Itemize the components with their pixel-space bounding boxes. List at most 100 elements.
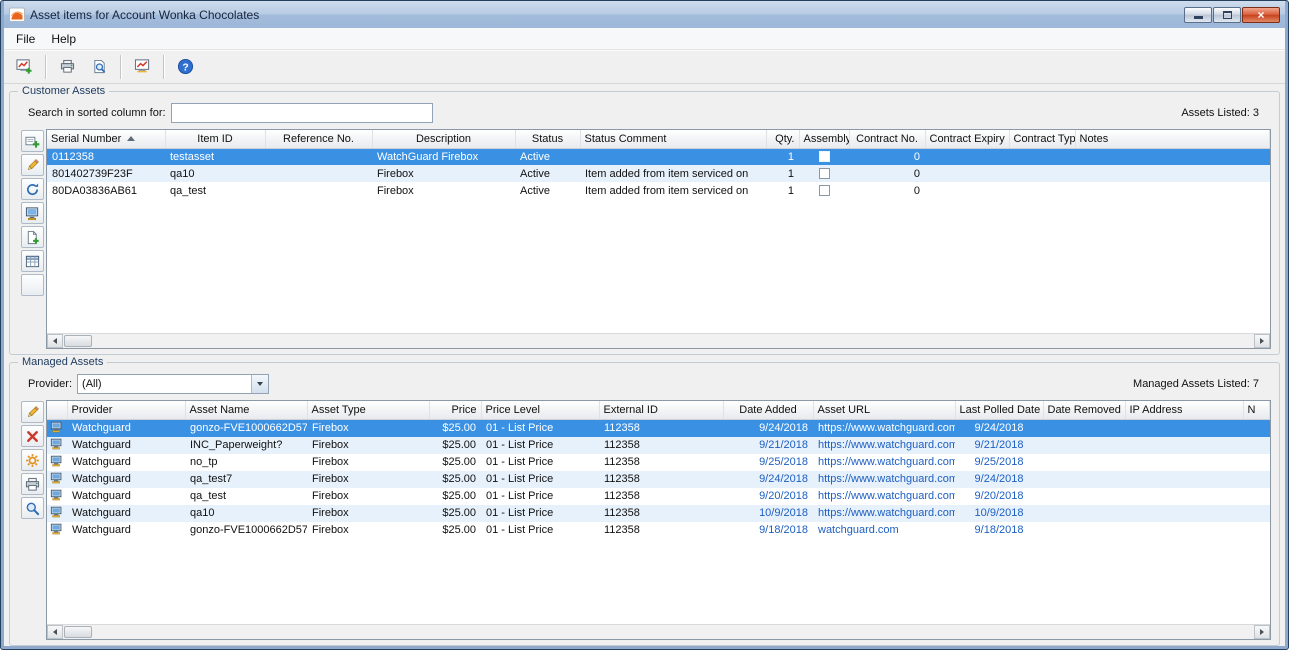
refresh-assets-button[interactable] [21,178,44,200]
customer-asset-cell: 1 [766,165,799,182]
column-header-provider[interactable]: Provider [67,401,185,419]
search-input[interactable] [171,103,433,123]
provider-dropdown[interactable]: (All) [77,374,269,394]
maximize-button[interactable] [1213,7,1241,23]
managed-asset-cell: qa_test7 [185,471,307,488]
column-header-notes[interactable]: Notes [1075,130,1270,148]
print-preview-button[interactable] [83,53,115,81]
scroll-thumb[interactable] [64,335,92,347]
managed-asset-cell: 9/24/2018 [955,419,1043,437]
managed-hscrollbar[interactable] [47,624,1270,639]
column-header-date-removed[interactable]: Date Removed [1043,401,1125,419]
column-header-contract-type[interactable]: Contract Type [1009,130,1075,148]
arrow-left-icon [53,338,57,344]
column-header-price-level[interactable]: Price Level [481,401,599,419]
customer-asset-cell: Active [515,148,580,165]
column-header-status[interactable]: Status [515,130,580,148]
column-header-serial-number[interactable]: Serial Number [47,130,165,148]
managed-asset-cell: 112358 [599,522,723,539]
customer-hscrollbar[interactable] [47,333,1270,348]
managed-asset-cell [1243,419,1270,437]
column-header-asset-url[interactable]: Asset URL [813,401,955,419]
asset-chart2-icon [134,58,151,75]
blank-icon [25,278,40,293]
customer-asset-row[interactable]: 0112358testassetWatchGuard FireboxActive… [47,148,1270,165]
column-header-description[interactable]: Description [372,130,515,148]
column-header-asset-name[interactable]: Asset Name [185,401,307,419]
column-header-contract-no[interactable]: Contract No. [849,130,925,148]
customer-asset-cell: 801402739F23F [47,165,165,182]
scroll-left-button[interactable] [47,625,63,639]
column-header-external-id[interactable]: External ID [599,401,723,419]
delete-icon [25,429,40,444]
customer-asset-row[interactable]: 801402739F23Fqa10FireboxActiveItem added… [47,165,1270,182]
customer-table-mount: Serial NumberItem IDReference No.Descrip… [47,130,1270,333]
managed-asset-row[interactable]: Watchguardno_tpFirebox$25.0001 - List Pr… [47,454,1270,471]
managed-asset-row[interactable]: Watchguardqa_test7Firebox$25.0001 - List… [47,471,1270,488]
column-header-reference-no[interactable]: Reference No. [265,130,372,148]
menu-item-help[interactable]: Help [43,29,84,49]
column-header-price[interactable]: Price [429,401,481,419]
customer-asset-cell: qa_test [165,182,265,199]
scroll-right-button[interactable] [1254,625,1270,639]
menu-item-file[interactable]: File [8,29,43,49]
column-header-assembly[interactable]: Assembly [799,130,849,148]
column-header-ip-address[interactable]: IP Address [1125,401,1243,419]
managed-asset-cell: 112358 [599,488,723,505]
scroll-track[interactable] [93,334,1254,348]
print-button[interactable] [51,53,83,81]
customer-asset-table: Serial NumberItem IDReference No.Descrip… [47,130,1270,199]
column-header-item-id[interactable]: Item ID [165,130,265,148]
assembly-checkbox[interactable] [819,168,830,179]
add-asset-button[interactable] [21,130,44,152]
asset-report-button[interactable] [126,53,158,81]
managed-asset-row[interactable]: Watchguardqa_testFirebox$25.0001 - List … [47,488,1270,505]
close-button[interactable] [1242,7,1280,23]
column-header-date-added[interactable]: Date Added [723,401,813,419]
asset-service-button[interactable] [21,202,44,224]
column-header-asset-type[interactable]: Asset Type [307,401,429,419]
minimize-icon [1194,16,1203,19]
monitor-yellow-icon [25,206,40,221]
managed-asset-cell: 01 - List Price [481,522,599,539]
column-header-status-comment[interactable]: Status Comment [580,130,766,148]
edit-asset-button[interactable] [21,154,44,176]
minimize-button[interactable] [1184,7,1212,23]
asset-grid-button[interactable] [21,250,44,272]
managed-asset-cell: $25.00 [429,522,481,539]
managed-asset-row[interactable]: Watchguardgonzo-FVE1000662D57Firebox$25.… [47,522,1270,539]
print-managed-assets-button[interactable] [21,473,44,495]
column-header-col-0[interactable] [47,401,67,419]
managed-asset-cell [1125,522,1243,539]
column-header-qty[interactable]: Qty. [766,130,799,148]
managed-asset-row[interactable]: WatchguardINC_Paperweight?Firebox$25.000… [47,437,1270,454]
customer-asset-cell [1009,182,1075,199]
managed-asset-row[interactable]: Watchguardgonzo-FVE1000662D57Firebox$25.… [47,419,1270,437]
delete-managed-asset-button[interactable] [21,425,44,447]
extra-button[interactable] [21,274,44,296]
managed-asset-settings-button[interactable] [21,449,44,471]
assembly-checkbox[interactable] [819,185,830,196]
edit-managed-asset-button[interactable] [21,401,44,423]
scroll-left-button[interactable] [47,334,63,348]
provider-dropdown-button[interactable] [251,375,268,393]
scroll-track[interactable] [93,625,1254,639]
monitor-asset-icon [50,437,64,451]
managed-asset-row[interactable]: Watchguardqa10Firebox$25.0001 - List Pri… [47,505,1270,522]
customer-asset-cell [925,165,1009,182]
column-header-n[interactable]: N [1243,401,1270,419]
view-managed-asset-button[interactable] [21,497,44,519]
add-document-button[interactable] [21,226,44,248]
customer-asset-row[interactable]: 80DA03836AB61qa_testFireboxActiveItem ad… [47,182,1270,199]
new-asset-button[interactable] [8,53,40,81]
assembly-checkbox[interactable] [819,151,830,162]
column-header-contract-expiry[interactable]: Contract Expiry [925,130,1009,148]
help-button[interactable]: ? [169,53,201,81]
scroll-right-button[interactable] [1254,334,1270,348]
toolbar-separator [45,55,46,79]
managed-asset-cell: no_tp [185,454,307,471]
managed-asset-cell: gonzo-FVE1000662D57 [185,419,307,437]
scroll-thumb[interactable] [64,626,92,638]
column-header-last-polled-date[interactable]: Last Polled Date [955,401,1043,419]
managed-asset-cell [1243,437,1270,454]
